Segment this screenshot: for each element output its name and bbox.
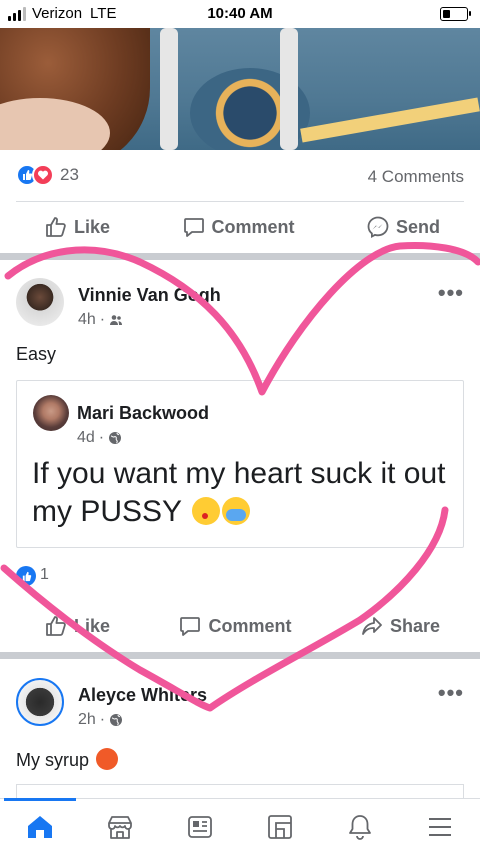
like-label: Like [74,216,111,237]
post-separator [0,253,480,260]
pages-icon[interactable] [265,812,295,842]
author-avatar[interactable] [16,278,64,326]
send-label: Send [395,216,440,237]
like-button[interactable]: Like [44,614,110,638]
post-text: My syrup [16,748,119,771]
post-separator [0,652,480,659]
like-label: Like [74,615,111,636]
author-avatar[interactable] [16,678,64,726]
kissing-emoji-icon [191,497,220,525]
comment-button[interactable]: Comment [182,215,295,239]
comment-icon [180,617,201,636]
post-author-name[interactable]: Aleyce Whiters [78,685,207,706]
post-image[interactable] [0,28,480,150]
home-icon[interactable] [25,812,55,842]
share-label: Share [389,615,440,636]
reaction-summary[interactable]: 23 [16,164,79,186]
news-icon[interactable] [185,812,215,842]
share-arrow-icon [362,617,382,635]
post-text: Easy [16,344,57,364]
messenger-icon [367,216,389,238]
bottom-navigation [0,798,480,854]
bell-icon[interactable] [345,812,375,842]
comment-icon [183,218,204,237]
shared-post[interactable]: Mari Backwood 4d · If you want my heart … [16,380,464,548]
love-reaction-icon [32,164,54,186]
friends-audience-icon [110,315,123,325]
more-options-icon[interactable]: ••• [438,680,464,706]
comment-label: Comment [208,615,292,636]
active-tab-indicator [4,798,76,801]
like-reaction-icon[interactable] [16,566,36,586]
like-button[interactable]: Like [44,215,110,239]
shared-post-text: If you want my heart suck it out my PUSS… [32,457,446,528]
crying-emoji-icon [221,497,250,525]
comments-count-link[interactable]: 4 Comments [368,167,464,187]
share-button[interactable]: Share [360,614,440,638]
post-author-name[interactable]: Vinnie Van Gogh [78,285,221,306]
shared-author-avatar[interactable] [33,395,69,431]
clock: 10:40 AM [207,5,273,22]
send-button[interactable]: Send [366,215,440,239]
comment-button[interactable]: Comment [178,614,292,638]
more-options-icon[interactable]: ••• [438,280,464,306]
shared-post-meta: 4d · [77,429,122,447]
reaction-count: 23 [60,165,79,184]
status-bar: Verizon LTE 10:40 AM [0,0,480,28]
post-time[interactable]: 4h [78,311,96,329]
battery-icon [440,7,471,21]
thumbs-up-icon [46,217,66,237]
shared-author-name[interactable]: Mari Backwood [77,403,209,424]
comment-label: Comment [211,216,295,237]
post-actions: Like Comment Share [0,606,480,646]
marketplace-icon[interactable] [105,812,135,842]
reaction-count[interactable]: 1 [40,566,49,584]
divider [16,201,464,202]
post-time[interactable]: 2h [78,711,96,729]
hot-face-emoji-icon [96,748,119,770]
menu-icon[interactable] [425,812,455,842]
post-actions: Like Comment Send [0,207,480,247]
globe-icon [110,714,123,726]
post-meta: 2h · [78,711,123,729]
post-meta: 4h · [78,311,123,329]
shared-post-time[interactable]: 4d [77,429,95,447]
globe-icon [109,432,122,444]
thumbs-up-icon [46,616,66,636]
